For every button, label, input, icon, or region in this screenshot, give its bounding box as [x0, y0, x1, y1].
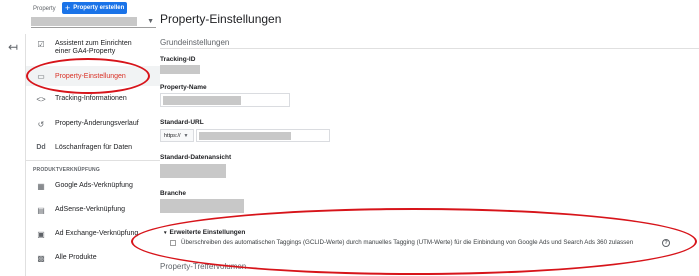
- code-icon: <>: [36, 95, 46, 104]
- sidebar-item-label: Löschanfragen für Daten: [55, 144, 133, 151]
- main-content: Property-Einstellungen Grundeinstellunge…: [160, 0, 699, 276]
- sidebar-item-label: Alle Produkte: [55, 254, 97, 261]
- property-settings-icon: ▭: [37, 71, 45, 81]
- create-property-button[interactable]: + Property erstellen: [62, 2, 127, 14]
- sidebar-item-label: Tracking-Informationen: [55, 95, 127, 102]
- left-gutter: ↤: [0, 0, 26, 276]
- sidebar-item-label: Property-Änderungsverlauf: [55, 120, 139, 127]
- default-view-label: Standard-Datenansicht: [160, 154, 232, 161]
- sidebar-divider: [26, 160, 160, 161]
- sidebar-item-adsense-link[interactable]: ▤ AdSense-Verknüpfung: [26, 206, 160, 215]
- sidebar-item-label: Assistent zum Einrichten einer GA4-Prope…: [55, 40, 132, 55]
- property-hit-volume-heading: Property-Treffervolumen: [160, 262, 247, 271]
- dropdown-caret-icon: ▼: [183, 132, 189, 139]
- sidebar-item-label: AdSense-Verknüpfung: [55, 206, 126, 213]
- plus-icon: +: [65, 3, 71, 13]
- sidebar-item-label: Property-Einstellungen: [55, 72, 126, 80]
- manual-tagging-override-checkbox[interactable]: [170, 240, 176, 246]
- section-divider: [160, 48, 699, 49]
- url-protocol-value: https://: [164, 132, 181, 139]
- tracking-id-label: Tracking-ID: [160, 56, 196, 63]
- ads-link-icon: ▦: [37, 182, 45, 191]
- sidebar-item-label: Google Ads-Verknüpfung: [55, 182, 133, 189]
- sidebar-item-all-products[interactable]: ▩ Alle Produkte: [26, 254, 160, 263]
- dropdown-caret-icon: ▼: [147, 18, 154, 25]
- sidebar-item-property-settings[interactable]: ▭ Property-Einstellungen: [26, 66, 160, 86]
- page-title: Property-Einstellungen: [160, 12, 282, 26]
- advanced-settings-title: Erweiterte Einstellungen: [169, 229, 246, 236]
- dd-icon: Dd: [36, 144, 46, 151]
- sidebar-item-data-deletion[interactable]: Dd Löschanfragen für Daten: [26, 144, 160, 151]
- property-name-redacted: [31, 17, 137, 26]
- advanced-settings-toggle[interactable]: ▾ Erweiterte Einstellungen: [164, 229, 245, 236]
- help-icon[interactable]: ?: [662, 239, 670, 247]
- industry-select-redacted[interactable]: [160, 199, 244, 213]
- url-protocol-select[interactable]: https:// ▼: [160, 129, 194, 142]
- default-url-input[interactable]: [196, 129, 330, 142]
- back-arrow-icon[interactable]: ↤: [8, 40, 18, 54]
- all-products-icon: ▩: [37, 254, 45, 263]
- sidebar: Property + Property erstellen ▼ ☑ Assist…: [26, 0, 160, 276]
- history-icon: ↺: [37, 120, 45, 129]
- sidebar-item-ga4-assistant[interactable]: ☑ Assistent zum Einrichten einer GA4-Pro…: [26, 40, 160, 56]
- manual-tagging-override-label: Überschreiben des automatischen Taggings…: [181, 239, 634, 246]
- sidebar-item-tracking-info[interactable]: <> Tracking-Informationen: [26, 95, 160, 104]
- default-url-label: Standard-URL: [160, 119, 204, 126]
- sidebar-item-change-history[interactable]: ↺ Property-Änderungsverlauf: [26, 120, 160, 129]
- adsense-icon: ▤: [37, 206, 45, 215]
- property-label: Property: [33, 6, 56, 12]
- property-name-input[interactable]: [160, 93, 290, 107]
- sidebar-item-label: Ad Exchange-Verknüpfung: [55, 230, 139, 237]
- expand-triangle-icon: ▾: [164, 230, 167, 236]
- create-property-label: Property erstellen: [73, 5, 125, 11]
- property-name-label: Property-Name: [160, 84, 207, 91]
- sidebar-item-google-ads-link[interactable]: ▦ Google Ads-Verknüpfung: [26, 182, 160, 191]
- ad-exchange-icon: ▣: [37, 230, 45, 239]
- default-view-select-redacted[interactable]: [160, 164, 226, 178]
- basic-settings-heading: Grundeinstellungen: [160, 38, 230, 47]
- product-linking-heading: PRODUKTVERKNÜPFUNG: [33, 167, 100, 173]
- property-select[interactable]: ▼: [31, 16, 156, 28]
- property-name-value-redacted: [163, 96, 241, 105]
- tracking-id-value-redacted: [160, 65, 200, 74]
- industry-label: Branche: [160, 190, 187, 197]
- default-url-value-redacted: [199, 132, 291, 140]
- checkbox-icon: ☑: [37, 40, 45, 49]
- sidebar-item-ad-exchange-link[interactable]: ▣ Ad Exchange-Verknüpfung: [26, 230, 160, 239]
